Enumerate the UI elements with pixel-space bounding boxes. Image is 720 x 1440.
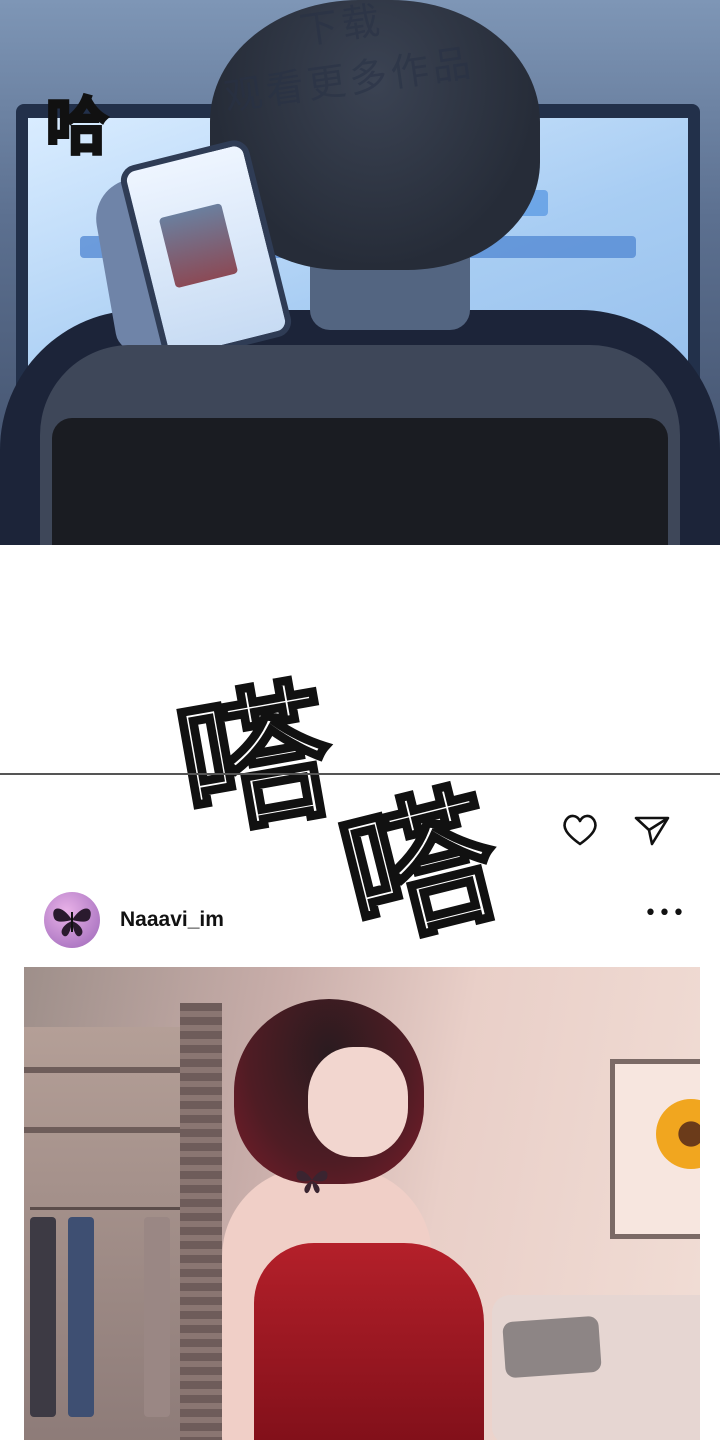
sfx-tap-1: 嗒 <box>164 661 346 862</box>
chair-back-inner <box>52 418 668 545</box>
avatar[interactable] <box>44 892 100 948</box>
butterfly-tattoo-icon <box>296 1170 328 1194</box>
comic-panel-top: 下载 观看更多作品 哈 <box>0 0 720 545</box>
post-username[interactable]: Naaavi_im <box>120 908 224 932</box>
hanging-cloth <box>30 1217 56 1417</box>
post-image[interactable] <box>24 967 700 1440</box>
folding-screen <box>180 1003 222 1440</box>
pillow <box>502 1315 602 1379</box>
wardrobe <box>24 1027 204 1440</box>
hanging-cloth <box>68 1217 94 1417</box>
heart-icon[interactable] <box>560 810 600 850</box>
more-options-icon[interactable]: ••• <box>644 903 685 925</box>
phone-photo-thumbnail <box>158 202 239 289</box>
red-dress <box>254 1243 484 1440</box>
wardrobe-shelf <box>24 1127 204 1133</box>
sfx-laugh: 哈 <box>44 89 109 165</box>
hanging-cloth <box>144 1217 170 1417</box>
butterfly-icon <box>53 908 91 937</box>
woman-face <box>308 1047 408 1157</box>
clothes-rod <box>30 1207 200 1210</box>
wardrobe-shelf <box>24 1067 204 1073</box>
sfx-tap-2: 嗒 <box>324 765 516 974</box>
send-icon[interactable] <box>632 810 672 850</box>
